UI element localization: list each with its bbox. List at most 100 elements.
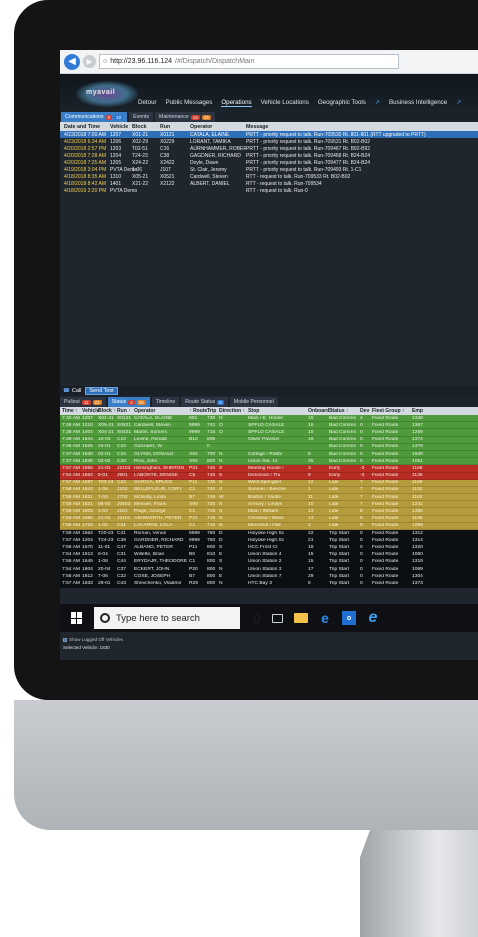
table-row[interactable]: 4/20/2018 7:28 AM 1204 T24-23 C38 GAGDNER, R…	[60, 152, 478, 159]
menu-item-detour[interactable]: Detour	[138, 99, 157, 107]
table-row[interactable]: 7:54 AM 1613 6-04 C31 Willette, Brian B6 810 E U…	[60, 551, 478, 559]
table-row[interactable]: 7:56 AM 1570 11-01 C47 ALBANO, PETER P11 800 S H…	[60, 544, 478, 552]
table-row[interactable]: 7:59 AM 1803 1-03 J101 Paige, George C1 715 N Ma…	[60, 508, 478, 516]
status-tab-timeline[interactable]: Timeline	[151, 397, 180, 407]
table-row[interactable]: 7:54 AM 1804 20-04 C37 ECKERT, JOHN P20 800 N Un…	[60, 565, 478, 574]
column-header[interactable]: ↑ Route ↑	[189, 408, 211, 414]
comm-tab-communications[interactable]: Communications 0 10	[61, 112, 128, 122]
column-header[interactable]: Stop	[248, 408, 308, 414]
table-cell: 7	[360, 487, 363, 493]
internet-explorer-icon[interactable]: e	[366, 609, 380, 626]
table-row[interactable]: 7:47 AM 1838 02-02 C20 Pina, John X92 800 N Unio…	[60, 458, 478, 466]
column-header[interactable]: Operator	[190, 124, 246, 130]
column-header[interactable]: Vehicle ↑	[82, 408, 104, 414]
table-row[interactable]: 4/18/2019 2:20 PM PVTA Demo RTT - request …	[60, 187, 478, 194]
column-header[interactable]: Date and Time	[60, 124, 110, 130]
back-arrow-icon[interactable]: ◀	[64, 53, 80, 70]
table-row[interactable]: 7:56 AM 1645 1-08 C44 ERYDAJR, THEODORE C1 800…	[60, 558, 478, 566]
menu-item-geographic-tools[interactable]: Geographic Tools	[318, 99, 366, 107]
column-header[interactable]: Run	[160, 124, 190, 130]
menu-item-vehicle-locations[interactable]: Vehicle Locations	[261, 99, 309, 107]
address-bar[interactable]: ○ http://23.96.116.124/#/Dispatch/Dispat…	[99, 54, 399, 69]
table-row[interactable]: 7:56 AM 1821 06-03 J0603 Messier, Frank X90 72…	[60, 501, 478, 509]
table-row[interactable]: 7:57 AM 1587 T03-24 C34 GARCIA, BRUCE P11 735 N…	[60, 479, 478, 487]
external-link-icon[interactable]: ↗	[456, 99, 461, 107]
column-header[interactable]: Block ↑	[98, 408, 117, 414]
menu-item-business-intelligence[interactable]: Business Intelligence	[389, 99, 447, 107]
table-cell: 0	[360, 580, 363, 586]
file-explorer-icon[interactable]	[294, 613, 308, 623]
table-row[interactable]: 4/23/2018 6:34 AM 1206 X02-29 X0229 LORANT, …	[60, 138, 478, 145]
table-row[interactable]: 7:53 AM 1655 21-01 J2101 ASHWORTH, PETER P21 7…	[60, 515, 478, 523]
table-cell: 4/20/2018 7:28 AM	[64, 152, 106, 159]
table-cell: Bad Comms	[329, 458, 356, 464]
column-header[interactable]: Fleet Group ↑	[372, 408, 412, 414]
table-row[interactable]: 4/23/2018 7:00 AM 1207 X01-21 X0121 CATALA, …	[60, 131, 478, 138]
edge-browser-icon[interactable]: e	[318, 610, 332, 626]
column-header[interactable]: Emp	[412, 408, 478, 414]
table-cell: 730	[207, 415, 216, 421]
status-tab-pullout[interactable]: Pullout 11 22	[60, 397, 106, 407]
table-row[interactable]: 7:49 AM 1644 10-03 C10 Levine, Ronald B10 805 O…	[60, 436, 478, 444]
column-header[interactable]: Message	[246, 124, 478, 130]
column-header[interactable]: Block	[132, 124, 160, 130]
status-tab-route-status[interactable]: Route Status 8	[181, 397, 228, 407]
table-row[interactable]: 7:59 AM 1811 7-04 J702 McNulty, Linda B7 745 W B…	[60, 494, 478, 502]
table-cell: 1613	[82, 552, 93, 558]
table-cell: 4/18/2019 2:20 PM	[64, 187, 107, 194]
windows-start-icon[interactable]	[71, 612, 83, 624]
windows-taskbar: Type here to search e o e	[60, 604, 478, 632]
call-button[interactable]: ☎ Call	[63, 388, 81, 394]
column-header[interactable]: Dev	[360, 408, 372, 414]
column-header[interactable]: Onboard ↑	[308, 408, 333, 414]
table-row[interactable]: 7:59 AM 1564 T20-23 C41 Roman, Venus 9999 750 D…	[60, 530, 478, 538]
table-row[interactable]: 7:57 AM 1204 T24-23 C38 GARDNER, RICHARD 9999…	[60, 537, 478, 545]
table-row[interactable]: 7:57 AM 1833 29-01 C43 Shevchenko, Vladimir R…	[60, 580, 478, 588]
column-header[interactable]: Trip	[207, 408, 219, 414]
table-cell: T02-51	[132, 145, 148, 152]
table-row[interactable]: 7:57 AM 1656 21-03 J2103 Hemingham, SHERON P2…	[60, 465, 478, 473]
column-header[interactable]: Run ↑	[117, 408, 134, 414]
table-row[interactable]: 4/19/2018 3:04 PM PVTA Demo 1-06 J107 St. Cl…	[60, 166, 478, 173]
table-cell: 1205	[110, 159, 122, 166]
table-row[interactable]: 4/20/2018 7:25 AM 1205 X24-22 X2422 Doyle, D…	[60, 159, 478, 166]
column-header[interactable]: Vehicle	[110, 124, 132, 130]
table-row[interactable]: 7:45 AM 1825 24-01 C10 Gonzalez, W 0 Bad Comms…	[60, 443, 478, 451]
column-header[interactable]: Operator	[134, 408, 189, 414]
menu-item-operations[interactable]: Operations	[221, 99, 252, 107]
column-header[interactable]: Direction ↑	[219, 408, 248, 414]
status-tab-status[interactable]: Status 2 26	[107, 397, 150, 407]
table-row[interactable]: 4/20/2018 2:57 PM 1203 T02-51 C16 AURNHAMMER…	[60, 145, 478, 152]
comm-tab-events[interactable]: Events	[129, 112, 154, 122]
microphone-icon[interactable]	[254, 613, 260, 623]
table-cell: 7:57 AM	[62, 580, 80, 586]
menu-item-public-messages[interactable]: Public Messages	[166, 99, 213, 107]
table-row[interactable]: 7:58 AM 1643 1-06 J102 BELLEFLEUR, CORY C1 740…	[60, 486, 478, 495]
table-cell: J501	[117, 473, 128, 479]
external-link-icon[interactable]: ↗	[375, 99, 380, 107]
table-row[interactable]: 4/18/2018 8:35 AM 1310 X05-21 X0521 Cardwell…	[60, 173, 478, 180]
comm-tab-maintenance[interactable]: Maintenance 14 15	[155, 112, 215, 122]
send-text-button[interactable]: Send Text	[85, 387, 118, 395]
table-row[interactable]: 7:56 AM 1715 1-02 C31 LACARDS, LOLA C1 715 N Mem…	[60, 522, 478, 530]
show-logged-off-toggle[interactable]: Show Logged Off Vehicles	[60, 636, 478, 643]
table-row[interactable]: 7:47 AM 1830 02-01 C15 GLYNN, DONALD X92 700 N C…	[60, 450, 478, 459]
table-row[interactable]: 7:46 AM 1210 X05-21 X0521 Cardwell, Steven 99…	[60, 422, 478, 430]
column-header[interactable]: Time ↑	[60, 408, 82, 414]
table-cell: 1663	[82, 473, 93, 479]
table-row[interactable]: 7:54 AM 1663 5-01 J501 LABONTE, DENISE C5 745 S…	[60, 472, 478, 480]
table-row[interactable]: 7:38 AM 1404 X04-21 X0421 Martin, Somers 9999…	[60, 429, 478, 437]
forward-arrow-icon[interactable]: ▶	[83, 55, 96, 68]
task-view-icon[interactable]	[270, 611, 284, 625]
table-cell: Trip Start	[329, 552, 349, 558]
outlook-icon[interactable]: o	[342, 611, 356, 625]
checkbox[interactable]	[63, 637, 67, 642]
taskbar-search-input[interactable]: Type here to search	[94, 607, 240, 629]
table-row[interactable]: 7:40 AM 1207 X01-21 X0121 CATALA, ELAINE 801 7…	[60, 415, 478, 423]
column-header[interactable]: Status ↑	[329, 408, 360, 414]
communications-table: Date and Time Vehicle Block Run Operator Mess…	[60, 122, 478, 194]
table-row[interactable]: 7:56 AM 1812 7-06 C32 COSE, JOSEPH B7 800 E Unio…	[60, 573, 478, 581]
table-row[interactable]: 4/18/2018 8:42 AM 1401 X21-22 X2122 ALBERT, …	[60, 180, 478, 187]
table-cell: 1051	[412, 458, 423, 464]
status-tab-mobile-personnel[interactable]: Mobile Personnel	[229, 397, 278, 407]
